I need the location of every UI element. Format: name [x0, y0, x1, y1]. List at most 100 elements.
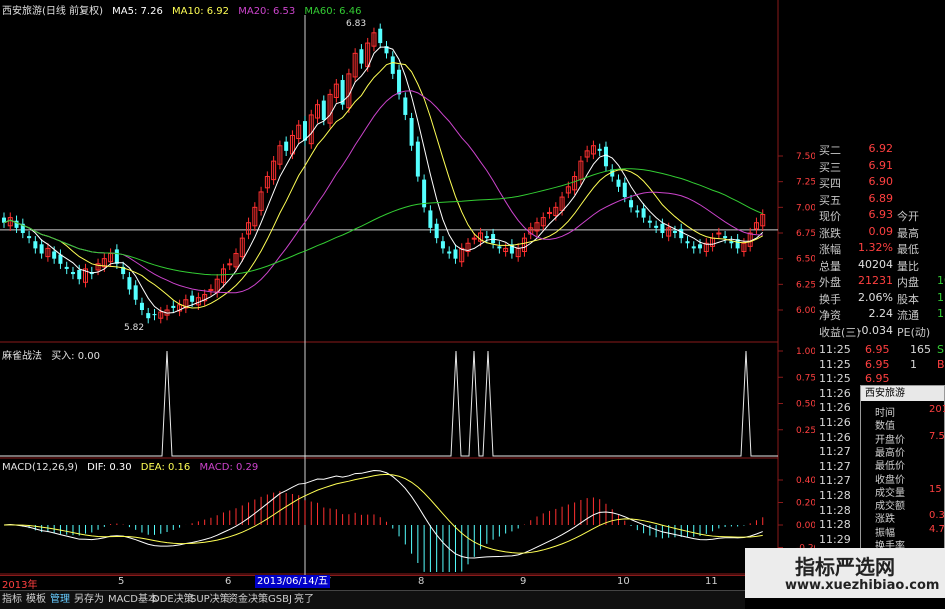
- tick-time: 11:25: [819, 372, 851, 386]
- quote-value-2: 1.9: [937, 290, 945, 304]
- candle-body-down: [428, 210, 433, 228]
- ma10-line: [3, 62, 763, 309]
- price-tick-label: 6.75: [796, 229, 815, 239]
- dif-line: [3, 469, 763, 559]
- quote-row: 买三 6.91: [815, 159, 945, 174]
- candle-body-down: [453, 249, 458, 259]
- tick-time: 11:26: [819, 430, 851, 444]
- tick-price: 6.95: [865, 357, 890, 371]
- price-tick-label: 7.25: [796, 178, 815, 188]
- candle-body-down: [64, 266, 69, 269]
- popup-row: 涨跌0.37: [861, 510, 945, 525]
- price-tick-label: 6.00: [796, 306, 815, 316]
- macd-title: MACD(12,26,9): [2, 462, 78, 473]
- watermark-url: www.xuezhibiao.com: [785, 578, 940, 593]
- toolbar-tab[interactable]: 亮了: [294, 592, 314, 607]
- quote-row: 涨跌 0.09 最高: [815, 225, 945, 240]
- quote-label-2: 流通: [897, 309, 919, 322]
- candle-body-down: [679, 228, 684, 239]
- quote-value: 6.93: [868, 208, 894, 221]
- candle-body-down: [77, 269, 82, 280]
- macd-dea: DEA: 0.16: [140, 462, 191, 473]
- toolbar-tab[interactable]: SUP决策: [190, 592, 230, 607]
- toolbar-tab[interactable]: MACD基本: [108, 592, 158, 607]
- toolbar-tab[interactable]: 管理: [50, 592, 70, 607]
- popup-row: 收盘价: [861, 471, 945, 486]
- quote-value: 2.06%: [858, 290, 893, 304]
- quote-value: -0.034: [857, 323, 893, 337]
- quote-label: 总量: [819, 259, 841, 273]
- dea-line: [3, 473, 763, 554]
- candle-body-down: [146, 313, 151, 319]
- stock-chart-window: { "header": { "stock_title": "西安旅游(日线 前复…: [0, 0, 945, 609]
- quote-label: 买二: [819, 144, 841, 157]
- macd-tick-label: 0.00: [796, 521, 815, 531]
- candle-body-down: [440, 241, 445, 249]
- quote-row: 换手 2.06% 股本 1.9: [815, 291, 945, 306]
- candle-body-down: [622, 182, 627, 198]
- candle-body-down: [597, 148, 602, 151]
- quote-value: 6.89: [868, 191, 894, 205]
- quote-label: 外盘: [819, 276, 841, 289]
- tick-row[interactable]: 11:25 6.95 1 B: [815, 358, 945, 373]
- toolbar-tab[interactable]: GSBJ: [268, 592, 292, 607]
- tick-time: 11:26: [819, 401, 851, 415]
- toolbar-tab[interactable]: DDE决策: [152, 592, 194, 607]
- high-price-mark: 6.83: [346, 19, 366, 29]
- toolbar-tab[interactable]: 另存为: [74, 592, 104, 607]
- candle-body-down: [284, 141, 289, 151]
- candle-body-down: [691, 246, 696, 249]
- toolbar-tab[interactable]: 模板: [26, 592, 46, 607]
- quote-value: 21231: [858, 274, 893, 287]
- toolbar-tab[interactable]: 资金决策: [228, 592, 268, 607]
- bottom-toolbar: 指标 模板 管理 另存为 MACD基本 DDE决策 SUP决策 资金决策 GSBJ 亮了: [0, 590, 745, 609]
- quote-row: 买二 6.92: [815, 142, 945, 157]
- tick-time: 11:28: [819, 489, 851, 502]
- ma5-line: [3, 46, 764, 314]
- quote-value: 1.32%: [858, 241, 893, 254]
- quote-label: 净资: [819, 309, 841, 322]
- candle-body-down: [127, 277, 132, 290]
- candle-body-down: [139, 302, 144, 310]
- candle-body-down: [491, 234, 496, 244]
- date-label: 11: [705, 576, 718, 587]
- tick-time: 11:26: [819, 416, 851, 429]
- kline-chart[interactable]: 7.50 7.25 7.00 6.75 6.50 6.25 6.00 6.83 5.82 1.00…: [0, 0, 815, 575]
- quote-label: 收益(三): [819, 325, 861, 339]
- popup-row: 开盘价7.57: [861, 431, 945, 446]
- popup-row: 成交量 15: [861, 483, 945, 499]
- tick-row[interactable]: 11:25 6.95 165 S: [815, 343, 945, 358]
- candle-body-down: [409, 118, 414, 146]
- macd-dif: DIF: 0.30: [87, 462, 132, 473]
- macd-header: MACD(12,26,9) DIF: 0.30 DEA: 0.16 MACD: …: [2, 462, 264, 473]
- tick-time: 11:29: [819, 532, 851, 546]
- indicator1-title: 麻雀战法: [2, 351, 42, 362]
- candle-body-down: [403, 97, 408, 115]
- candle-body-down: [39, 244, 44, 254]
- quote-label-2: 量比: [897, 259, 919, 273]
- indicator1-header: 麻雀战法 买入: 0.00: [2, 347, 106, 362]
- quote-row: 总量 40204 量比: [815, 258, 945, 273]
- popup-row: 时间2013/07: [861, 404, 945, 419]
- price-tick-label: 7.00: [796, 203, 815, 213]
- toolbar-tab[interactable]: 指标: [2, 592, 22, 607]
- watermark-title: 指标严选网: [795, 555, 895, 579]
- quote-value: 40204: [858, 257, 893, 271]
- quote-value: 6.92: [868, 142, 894, 155]
- data-popup[interactable]: 西安旅游 时间2013/07数值开盘价7.57最高价最低价收盘价成交量15成交额…: [860, 385, 945, 552]
- quote-label: 换手: [819, 292, 841, 306]
- popup-row: 最高价: [861, 444, 945, 459]
- date-label: 8: [418, 576, 425, 587]
- candle-body-down: [497, 246, 502, 249]
- quote-row: 收益(三) -0.034 PE(动): [815, 324, 945, 339]
- macd-tick-label: 0.40: [796, 476, 815, 486]
- quote-row: 外盘 21231 内盘 10: [815, 274, 945, 289]
- popup-value: 4.7: [929, 523, 945, 535]
- candle-body-down: [629, 200, 634, 208]
- candle-body-down: [152, 314, 157, 316]
- quote-row: 现价 6.93 今开: [815, 208, 945, 223]
- popup-value: 0.37: [929, 510, 945, 522]
- popup-value: 15: [929, 483, 942, 495]
- popup-title: 西安旅游: [861, 386, 944, 401]
- ind1-tick-label: 1.00: [796, 347, 815, 357]
